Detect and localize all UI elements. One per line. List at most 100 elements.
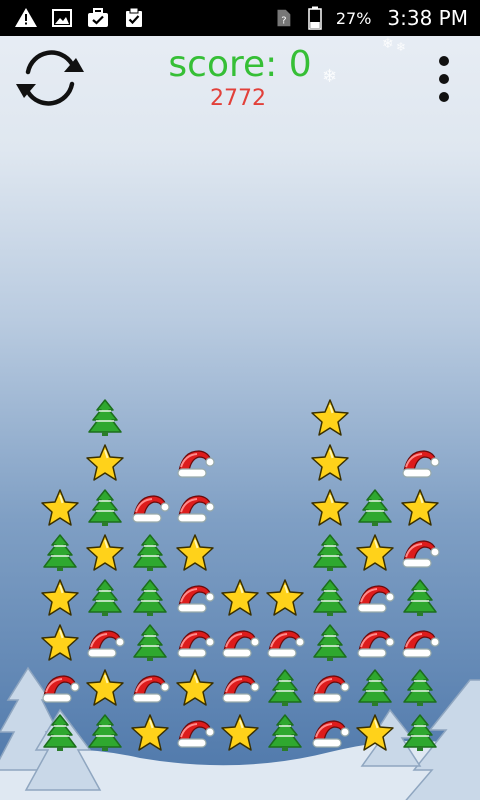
star-icon xyxy=(401,489,439,526)
star-icon xyxy=(41,579,79,616)
star-tile[interactable] xyxy=(40,623,80,663)
star-icon xyxy=(311,489,349,526)
santa-hat-icon xyxy=(357,585,395,613)
christmas-tree-icon xyxy=(88,399,122,436)
santa-hat-tile[interactable] xyxy=(130,488,170,528)
tree-tile[interactable] xyxy=(40,713,80,753)
santa-hat-tile[interactable] xyxy=(310,713,350,753)
tree-tile[interactable] xyxy=(310,578,350,618)
christmas-tree-icon xyxy=(43,534,77,571)
game-board xyxy=(0,0,480,800)
tree-tile[interactable] xyxy=(310,533,350,573)
santa-hat-icon xyxy=(177,720,215,748)
christmas-tree-icon xyxy=(313,624,347,661)
star-tile[interactable] xyxy=(85,443,125,483)
tree-tile[interactable] xyxy=(85,713,125,753)
tree-tile[interactable] xyxy=(400,578,440,618)
star-tile[interactable] xyxy=(175,668,215,708)
star-tile[interactable] xyxy=(175,533,215,573)
star-tile[interactable] xyxy=(85,533,125,573)
santa-hat-icon xyxy=(132,675,170,703)
christmas-tree-icon xyxy=(358,489,392,526)
santa-hat-tile[interactable] xyxy=(40,668,80,708)
christmas-tree-icon xyxy=(268,714,302,751)
santa-hat-icon xyxy=(402,540,440,568)
christmas-tree-icon xyxy=(268,669,302,706)
star-tile[interactable] xyxy=(310,488,350,528)
santa-hat-icon xyxy=(177,630,215,658)
tree-tile[interactable] xyxy=(265,713,305,753)
santa-hat-tile[interactable] xyxy=(355,623,395,663)
star-tile[interactable] xyxy=(400,488,440,528)
tree-tile[interactable] xyxy=(130,533,170,573)
santa-hat-tile[interactable] xyxy=(175,443,215,483)
christmas-tree-icon xyxy=(88,714,122,751)
star-icon xyxy=(311,444,349,481)
christmas-tree-icon xyxy=(358,669,392,706)
christmas-tree-icon xyxy=(43,714,77,751)
star-icon xyxy=(221,579,259,616)
tree-tile[interactable] xyxy=(310,623,350,663)
star-tile[interactable] xyxy=(40,488,80,528)
star-icon xyxy=(41,624,79,661)
star-tile[interactable] xyxy=(355,713,395,753)
santa-hat-tile[interactable] xyxy=(175,488,215,528)
tree-tile[interactable] xyxy=(85,488,125,528)
santa-hat-tile[interactable] xyxy=(310,668,350,708)
santa-hat-icon xyxy=(132,495,170,523)
star-tile[interactable] xyxy=(220,713,260,753)
star-tile[interactable] xyxy=(220,578,260,618)
star-icon xyxy=(356,534,394,571)
santa-hat-icon xyxy=(177,495,215,523)
santa-hat-icon xyxy=(177,585,215,613)
santa-hat-tile[interactable] xyxy=(265,623,305,663)
tree-tile[interactable] xyxy=(355,488,395,528)
christmas-tree-icon xyxy=(133,579,167,616)
santa-hat-tile[interactable] xyxy=(400,623,440,663)
star-icon xyxy=(311,399,349,436)
tree-tile[interactable] xyxy=(130,623,170,663)
star-tile[interactable] xyxy=(355,533,395,573)
christmas-tree-icon xyxy=(88,489,122,526)
tree-tile[interactable] xyxy=(355,668,395,708)
santa-hat-tile[interactable] xyxy=(400,443,440,483)
christmas-tree-icon xyxy=(403,714,437,751)
star-icon xyxy=(356,714,394,751)
star-tile[interactable] xyxy=(85,668,125,708)
star-tile[interactable] xyxy=(265,578,305,618)
santa-hat-tile[interactable] xyxy=(355,578,395,618)
star-icon xyxy=(41,489,79,526)
tree-tile[interactable] xyxy=(85,398,125,438)
tree-tile[interactable] xyxy=(85,578,125,618)
santa-hat-tile[interactable] xyxy=(175,578,215,618)
santa-hat-tile[interactable] xyxy=(220,668,260,708)
santa-hat-icon xyxy=(222,630,260,658)
santa-hat-tile[interactable] xyxy=(175,623,215,663)
christmas-tree-icon xyxy=(403,669,437,706)
tree-tile[interactable] xyxy=(130,578,170,618)
santa-hat-icon xyxy=(267,630,305,658)
star-tile[interactable] xyxy=(130,713,170,753)
santa-hat-icon xyxy=(402,630,440,658)
star-tile[interactable] xyxy=(310,443,350,483)
santa-hat-tile[interactable] xyxy=(130,668,170,708)
christmas-tree-icon xyxy=(313,534,347,571)
santa-hat-icon xyxy=(402,450,440,478)
santa-hat-icon xyxy=(312,720,350,748)
star-icon xyxy=(266,579,304,616)
santa-hat-tile[interactable] xyxy=(400,533,440,573)
christmas-tree-icon xyxy=(133,534,167,571)
star-tile[interactable] xyxy=(40,578,80,618)
santa-hat-tile[interactable] xyxy=(175,713,215,753)
santa-hat-tile[interactable] xyxy=(220,623,260,663)
tree-tile[interactable] xyxy=(400,668,440,708)
santa-hat-tile[interactable] xyxy=(85,623,125,663)
christmas-tree-icon xyxy=(403,579,437,616)
star-tile[interactable] xyxy=(310,398,350,438)
tree-tile[interactable] xyxy=(40,533,80,573)
star-icon xyxy=(176,534,214,571)
tree-tile[interactable] xyxy=(400,713,440,753)
tree-tile[interactable] xyxy=(265,668,305,708)
christmas-tree-icon xyxy=(88,579,122,616)
star-icon xyxy=(221,714,259,751)
